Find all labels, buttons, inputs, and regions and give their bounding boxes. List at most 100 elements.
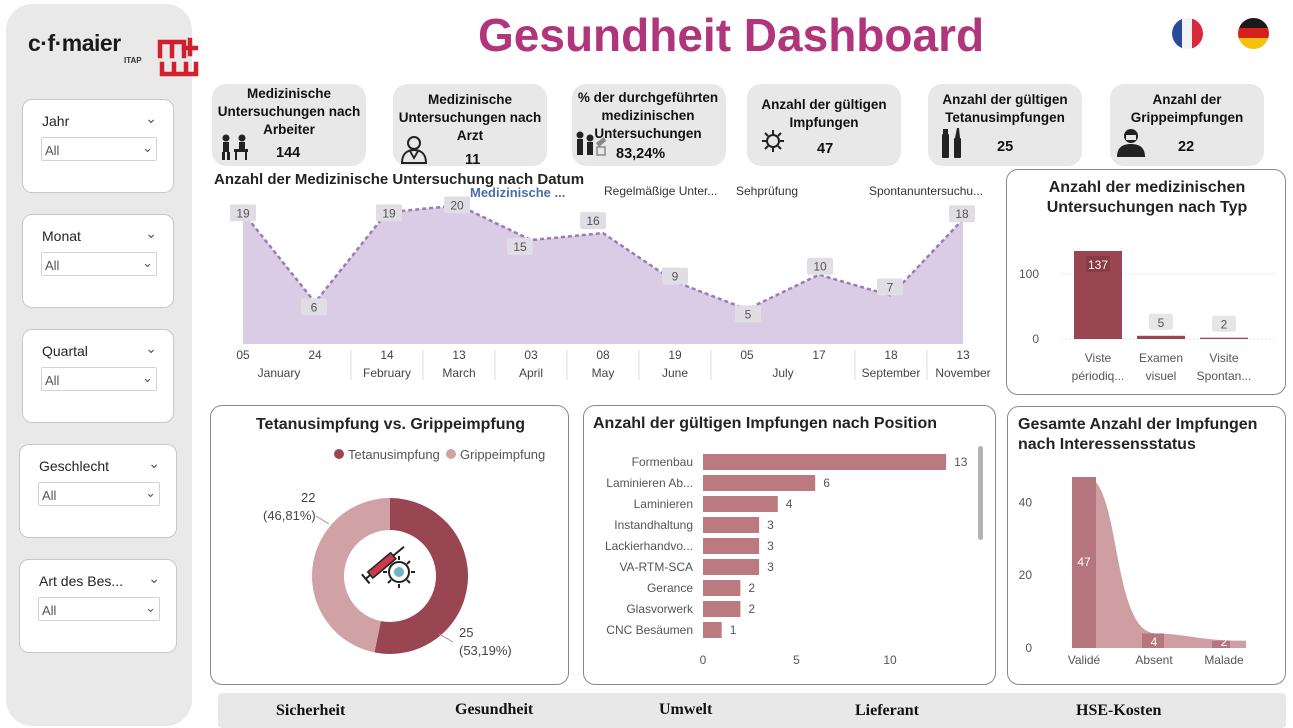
area-x-tick-day: 08 (596, 348, 610, 362)
y-category-label: Glasvorwerk (626, 602, 694, 616)
kpi-value: 22 (1178, 139, 1195, 155)
area-data-label: 7 (887, 280, 894, 294)
bar (703, 517, 760, 533)
kpi-title: Anzahl der Grippeimpfungen (1130, 92, 1244, 125)
chevron-down-icon[interactable]: ⌄ (145, 225, 157, 242)
bar-data-label: 5 (1158, 316, 1165, 330)
slicer-quartal-dropdown[interactable]: All ⌄ (41, 367, 157, 391)
bar (703, 622, 722, 638)
bar (703, 538, 760, 554)
area-data-label: 15 (513, 240, 527, 254)
kpi-tetanusimpfungen[interactable]: Anzahl der gültigen Tetanusimpfungen 25 (928, 84, 1082, 166)
slicer-art-label: Art des Bes... (39, 573, 124, 589)
chevron-down-icon[interactable]: ⌄ (145, 485, 156, 501)
flu-patient-icon (1117, 129, 1145, 157)
x-tick: Absent (1135, 653, 1173, 667)
bar-type-plot: 100 0 137 Viste périodiq... 5 Examen visuel 2 Vis… (1019, 251, 1277, 383)
area-x-tick-day: 19 (668, 348, 682, 362)
bar (703, 601, 741, 617)
slicer-geschlecht-dropdown[interactable]: All ⌄ (38, 482, 160, 506)
y-category-label: Instandhaltung (614, 518, 693, 532)
chevron-down-icon[interactable]: ⌄ (145, 110, 157, 127)
area-data-label: 19 (236, 206, 250, 220)
slicer-monat-dropdown[interactable]: All ⌄ (41, 252, 157, 276)
x-tick: Spontan... (1197, 369, 1252, 383)
page-title: Gesundheit Dashboard (478, 9, 985, 61)
bar-data-label: 6 (823, 476, 830, 490)
flag-germany-icon[interactable] (1238, 18, 1269, 49)
kpi-gueltige-impfungen[interactable]: Anzahl der gültigen Impfungen 47 (747, 84, 901, 166)
nav-sicherheit[interactable]: Sicherheit (276, 702, 345, 720)
people-check-icon (576, 131, 606, 156)
area-data-label: 16 (586, 214, 600, 228)
chevron-down-icon[interactable]: ⌄ (142, 140, 153, 156)
bar-data-label: 2 (1221, 318, 1228, 332)
chevron-down-icon[interactable]: ⌄ (145, 600, 156, 616)
donut-label-grippe-count: 22 (301, 490, 316, 505)
chevron-down-icon[interactable]: ⌄ (142, 370, 153, 386)
bar-data-label: 4 (786, 497, 793, 511)
area-x-tick-day: 03 (524, 348, 538, 362)
cfmaier-mark-icon (157, 37, 199, 77)
donut-label-grippe-pct: (46,81%) (263, 508, 316, 523)
kpi-value: 83,24% (616, 146, 666, 162)
status-data-label: 47 (1077, 555, 1091, 569)
slicer-quartal[interactable]: Quartal ⌄ All ⌄ (22, 329, 174, 423)
chevron-down-icon[interactable]: ⌄ (145, 340, 157, 357)
bar-data-label: 1 (730, 623, 737, 637)
slicer-art-des-besuchs[interactable]: Art des Bes... ⌄ All ⌄ (19, 559, 177, 653)
area-x-tick-day: 17 (812, 348, 826, 362)
area-x-tick-month: November (935, 366, 990, 380)
chevron-down-icon[interactable]: ⌄ (142, 255, 153, 271)
bar-data-label: 3 (767, 539, 774, 553)
slicer-jahr-dropdown[interactable]: All ⌄ (41, 137, 157, 161)
area-x-tick-day: 18 (884, 348, 898, 362)
area-x-tick-month: January (258, 366, 301, 380)
kpi-untersuchungen-arbeiter[interactable]: Medizinische Untersuchungen nach Arbeite… (212, 84, 366, 166)
slicer-monat-value: All (45, 258, 60, 273)
donut-label-tetanus-count: 25 (459, 625, 474, 640)
nav-lieferant[interactable]: Lieferant (855, 702, 919, 720)
kpi-untersuchungen-arzt[interactable]: Medizinische Untersuchungen nach Arzt 11 (393, 84, 547, 168)
legend-label: Grippeimpfung (460, 447, 545, 462)
area-data-label: 20 (450, 198, 464, 212)
slicer-art-dropdown[interactable]: All ⌄ (38, 597, 160, 621)
slicer-geschlecht[interactable]: Geschlecht ⌄ All ⌄ (19, 444, 177, 538)
area-x-tick-month: July (772, 366, 793, 380)
scrollbar[interactable] (978, 446, 983, 540)
chevron-down-icon[interactable]: ⌄ (148, 570, 160, 587)
y-category-label: Formenbau (632, 455, 693, 469)
area-x-tick-day: 05 (740, 348, 754, 362)
nav-gesundheit[interactable]: Gesundheit (455, 701, 533, 719)
card-impfungen-status: Gesamte Anzahl der Impfungen nach Intere… (1007, 406, 1286, 685)
flag-france-icon[interactable] (1172, 18, 1203, 49)
company-logo: c·f·maier (28, 30, 121, 56)
chevron-down-icon[interactable]: ⌄ (148, 455, 160, 472)
area-x-tick-day: 13 (956, 348, 970, 362)
x-tick: visuel (1146, 369, 1177, 383)
area-x-tick-day: 13 (452, 348, 466, 362)
area-data-label: 10 (813, 260, 827, 274)
area-x-tick-month: April (519, 366, 543, 380)
y-category-label: Laminieren (634, 497, 693, 511)
kpi-prozent-untersuchungen[interactable]: % der durchgeführten medizinischen Unter… (572, 84, 726, 166)
company-logo-sub: ITAP (124, 56, 142, 65)
bar (1200, 337, 1248, 339)
position-chart-plot: Formenbau 13Laminieren Ab... 6Laminieren 4I… (605, 454, 968, 667)
legend-marker (446, 449, 456, 459)
page-navigation: Sicherheit Gesundheit Umwelt Lieferant H… (218, 693, 1286, 728)
nav-hse-kosten[interactable]: HSE-Kosten (1076, 702, 1161, 720)
area-x-tick-day: 05 (236, 348, 250, 362)
slicer-jahr-label: Jahr (42, 113, 70, 129)
y-tick: 100 (1019, 267, 1039, 281)
slicer-jahr[interactable]: Jahr ⌄ All ⌄ (22, 99, 174, 193)
slicer-art-value: All (42, 603, 57, 618)
nav-umwelt[interactable]: Umwelt (659, 701, 712, 719)
donut-label-tetanus-pct: (53,19%) (459, 643, 512, 658)
slicer-monat[interactable]: Monat ⌄ All ⌄ (22, 214, 174, 308)
virus-syringe-icon (762, 130, 784, 152)
kpi-grippeimpfungen[interactable]: Anzahl der Grippeimpfungen 22 (1110, 84, 1264, 166)
x-tick: périodiq... (1072, 369, 1125, 383)
bar (703, 496, 778, 512)
area-x-tick-month: May (592, 366, 615, 380)
